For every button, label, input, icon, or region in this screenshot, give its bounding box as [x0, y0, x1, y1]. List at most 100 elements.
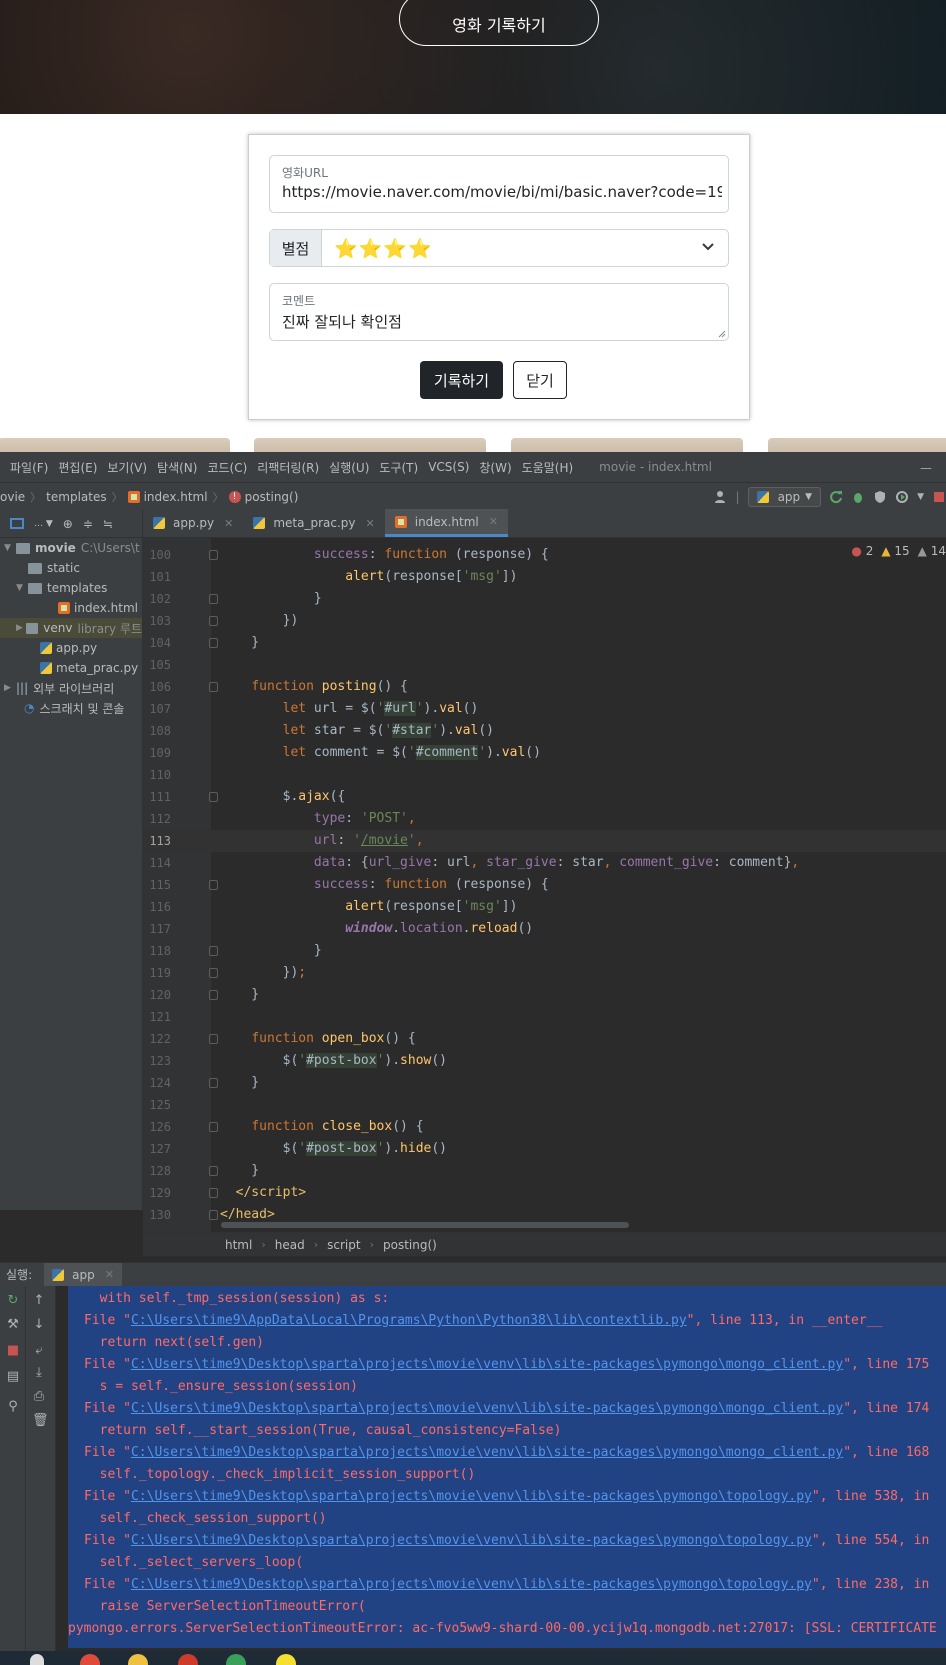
file-link[interactable]: C:\Users\time9\Desktop\sparta\projects\m…	[131, 1401, 843, 1416]
user-icon[interactable]	[714, 490, 728, 504]
fold-icon[interactable]	[209, 1078, 218, 1088]
movie-card[interactable]	[0, 438, 230, 452]
tab-app-py[interactable]: app.py ✕	[143, 509, 243, 537]
locate-icon[interactable]: ⊕	[63, 517, 73, 531]
menu-edit[interactable]: 편집(E)	[58, 459, 97, 476]
tree-item-scratches[interactable]: ◔ 스크래치 및 콘솔	[0, 698, 142, 718]
menu-tools[interactable]: 도구(T)	[379, 459, 418, 476]
tab-meta-prac-py[interactable]: meta_prac.py ✕	[243, 509, 384, 537]
run-tab-app[interactable]: app ✕	[44, 1262, 122, 1287]
crumb-posting[interactable]: posting()	[383, 1238, 437, 1252]
collapsed-arrow-icon[interactable]: ▶	[16, 623, 26, 633]
fold-icon[interactable]	[209, 682, 218, 692]
menu-file[interactable]: 파일(F)	[10, 459, 48, 476]
soft-wrap-icon[interactable]: ⤶	[32, 1344, 46, 1358]
movie-card[interactable]	[511, 438, 743, 452]
fold-icon[interactable]	[209, 946, 218, 956]
crumb-project[interactable]: ovie	[0, 490, 25, 504]
stop-icon[interactable]: ■	[6, 1344, 20, 1358]
coverage-icon[interactable]	[873, 490, 887, 504]
collapse-all-icon[interactable]: ≒	[103, 517, 113, 531]
scroll-to-end-icon[interactable]: ⤓	[32, 1366, 46, 1380]
movie-card[interactable]	[768, 438, 946, 452]
more-run-arrow-icon[interactable]: ▼	[917, 492, 924, 502]
expanded-arrow-icon[interactable]: ▼	[16, 583, 28, 593]
chrome-icon[interactable]	[80, 1654, 100, 1665]
tree-item-static[interactable]: static	[0, 558, 142, 578]
tree-item-app-py[interactable]: app.py	[0, 638, 142, 658]
tree-item-meta-prac-py[interactable]: meta_prac.py	[0, 658, 142, 678]
scroll-down-icon[interactable]: ↓	[32, 1318, 46, 1332]
stop-icon[interactable]	[932, 490, 946, 504]
console-output[interactable]: with self._tmp_session(session) as s: Fi…	[56, 1286, 946, 1665]
file-explorer-icon[interactable]	[128, 1654, 148, 1665]
crumb-head[interactable]: head	[275, 1238, 305, 1252]
file-link[interactable]: C:\Users\time9\Desktop\sparta\projects\m…	[131, 1357, 843, 1372]
scroll-up-icon[interactable]: ↑	[32, 1294, 46, 1308]
rerun-icon[interactable]	[829, 490, 843, 504]
close-icon[interactable]: ✕	[489, 515, 498, 528]
crumb-function[interactable]: ! posting()	[228, 490, 298, 504]
fold-icon[interactable]	[209, 1122, 218, 1132]
app-icon[interactable]	[178, 1654, 198, 1665]
expanded-arrow-icon[interactable]: ▼	[4, 543, 16, 553]
trash-icon[interactable]: 🗑	[32, 1414, 49, 1428]
minimize-icon[interactable]: —	[920, 461, 932, 475]
debug-icon[interactable]	[851, 490, 865, 504]
crumb-folder[interactable]: templates	[46, 490, 106, 504]
fold-icon[interactable]	[209, 638, 218, 648]
pycharm-taskbar-icon[interactable]	[226, 1654, 246, 1665]
wrench-icon[interactable]: ⚒	[6, 1318, 20, 1332]
fold-icon[interactable]	[209, 550, 218, 560]
fold-icon[interactable]	[209, 990, 218, 1000]
crumb-file[interactable]: index.html	[127, 490, 208, 504]
menu-code[interactable]: 코드(C)	[207, 459, 247, 476]
notes-icon[interactable]	[276, 1654, 296, 1665]
horizontal-scrollbar[interactable]	[221, 1222, 629, 1228]
tree-item-external-libraries[interactable]: ▶ ||| 외부 라이브러리	[0, 678, 142, 698]
movie-card[interactable]	[254, 438, 486, 452]
close-icon[interactable]: ✕	[366, 517, 375, 530]
fold-icon[interactable]	[209, 1166, 218, 1176]
fold-icon[interactable]	[209, 1210, 218, 1220]
project-view-icon[interactable]	[10, 518, 24, 529]
resize-handle-icon[interactable]	[718, 330, 726, 338]
fold-icon[interactable]	[209, 1188, 218, 1198]
menu-vcs[interactable]: VCS(S)	[428, 460, 469, 474]
menu-run[interactable]: 실행(U)	[329, 459, 369, 476]
menu-refactor[interactable]: 리팩터링(R)	[257, 459, 319, 476]
submit-button[interactable]: 기록하기	[420, 361, 503, 399]
run-config-select[interactable]: app ▼	[747, 487, 822, 507]
tree-item-templates[interactable]: ▼ templates	[0, 578, 142, 598]
file-link[interactable]: C:\Users\time9\Desktop\sparta\projects\m…	[131, 1533, 812, 1548]
pin-icon[interactable]: ⚲	[6, 1400, 20, 1414]
comment-textarea[interactable]: 코멘트 진짜 잘되나 확인점	[269, 283, 729, 341]
fold-icon[interactable]	[209, 968, 218, 978]
project-view-dropdown-icon[interactable]: … ▼	[34, 519, 53, 529]
menu-window[interactable]: 창(W)	[479, 459, 511, 476]
url-input[interactable]: 영화URL https://movie.naver.com/movie/bi/m…	[269, 155, 729, 213]
fold-icon[interactable]	[209, 594, 218, 604]
menu-view[interactable]: 보기(V)	[107, 459, 147, 476]
fold-icon[interactable]	[209, 1034, 218, 1044]
crumb-html[interactable]: html	[225, 1238, 252, 1252]
close-icon[interactable]: ✕	[224, 517, 233, 530]
menu-navigate[interactable]: 탐색(N)	[157, 459, 197, 476]
print-icon[interactable]: ⎙	[32, 1390, 46, 1404]
tree-item-venv[interactable]: ▶ venv library 루트	[0, 618, 142, 638]
fold-icon[interactable]	[209, 616, 218, 626]
fold-icon[interactable]	[209, 880, 218, 890]
expand-all-icon[interactable]: ≑	[83, 517, 93, 531]
record-movie-button[interactable]: 영화 기록하기	[399, 0, 599, 46]
file-link[interactable]: C:\Users\time9\Desktop\sparta\projects\m…	[131, 1445, 843, 1460]
profile-icon[interactable]	[895, 490, 909, 504]
collapsed-arrow-icon[interactable]: ▶	[4, 683, 16, 693]
close-icon[interactable]: ✕	[105, 1268, 114, 1281]
close-button[interactable]: 닫기	[513, 361, 567, 399]
code-editor[interactable]: ● 2 ▲ 15 ▲ 14 100 success: function (res…	[143, 538, 946, 1232]
windows-start-icon[interactable]	[30, 1654, 44, 1665]
menu-help[interactable]: 도움말(H)	[522, 459, 574, 476]
star-select[interactable]: ⭐⭐⭐⭐	[322, 230, 728, 266]
file-link[interactable]: C:\Users\time9\Desktop\sparta\projects\m…	[131, 1489, 812, 1504]
file-link[interactable]: C:\Users\time9\AppData\Local\Programs\Py…	[131, 1313, 687, 1328]
